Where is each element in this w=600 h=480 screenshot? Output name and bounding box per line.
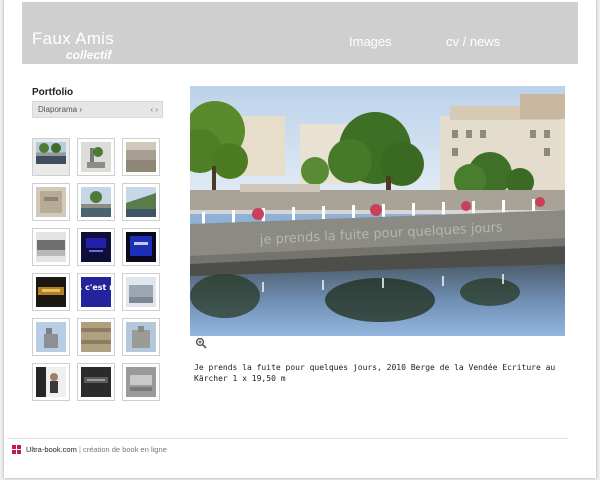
footer-brand-link[interactable]: Ultra-book.com xyxy=(26,445,77,454)
thumbnail[interactable] xyxy=(122,183,160,221)
site-subtitle: collectif xyxy=(66,48,112,62)
thumbnail[interactable] xyxy=(32,138,70,176)
main-photo[interactable]: je prends la fuite pour quelques jours xyxy=(190,86,565,336)
thumbnail[interactable] xyxy=(122,318,160,356)
zoom-icon[interactable] xyxy=(195,337,207,349)
thumbnail-image xyxy=(126,187,156,217)
footer-separator: | xyxy=(78,445,81,454)
nav-images[interactable]: Images xyxy=(349,34,392,49)
thumbnail-image xyxy=(36,277,66,307)
nav-cv-news[interactable]: cv / news xyxy=(446,34,500,49)
thumbnail[interactable] xyxy=(32,273,70,311)
thumbnail[interactable] xyxy=(122,228,160,266)
footer-divider xyxy=(8,438,568,439)
thumbnail[interactable] xyxy=(32,228,70,266)
thumbnail[interactable] xyxy=(77,183,115,221)
thumbnail-image xyxy=(126,277,156,307)
canal-photo: je prends la fuite pour quelques jours xyxy=(190,86,565,336)
site-header: Faux Amis collectif Images cv / news xyxy=(22,2,578,64)
thumbnail-image: ici, c'est ma xyxy=(81,277,111,307)
site-title[interactable]: Faux Amis xyxy=(32,29,114,49)
thumbnail-image xyxy=(36,142,66,164)
thumbnail-text: ici, c'est ma xyxy=(81,283,111,292)
thumbnail[interactable] xyxy=(77,363,115,401)
thumbnail-image xyxy=(81,187,111,217)
thumbnail[interactable] xyxy=(122,273,160,311)
thumbnail[interactable] xyxy=(32,318,70,356)
thumbnail[interactable] xyxy=(77,138,115,176)
thumbnail-image xyxy=(81,232,111,262)
thumbnail-image xyxy=(126,232,156,262)
thumbnail-image xyxy=(126,142,156,172)
thumbnail[interactable]: ici, c'est ma xyxy=(77,273,115,311)
thumbnail[interactable] xyxy=(122,363,160,401)
image-caption: Je prends la fuite pour quelques jours, … xyxy=(194,363,556,383)
ultrabook-logo-icon xyxy=(12,445,21,454)
thumbnail-image xyxy=(36,367,66,397)
portfolio-dropdown[interactable]: Diaporama › ‹ › xyxy=(32,101,163,118)
thumbnail-image xyxy=(81,142,111,172)
thumbnail[interactable] xyxy=(77,228,115,266)
thumbnail-image xyxy=(126,322,156,352)
footer-text: Ultra-book.com | création de book en lig… xyxy=(26,445,167,454)
thumbnail-image xyxy=(81,367,111,397)
dropdown-arrows[interactable]: ‹ › xyxy=(150,102,158,117)
thumbnail[interactable] xyxy=(32,183,70,221)
thumbnail[interactable] xyxy=(122,138,160,176)
thumbnail-image xyxy=(36,232,66,262)
thumbnail-image xyxy=(81,322,111,352)
thumbnail[interactable] xyxy=(32,363,70,401)
thumbnail[interactable] xyxy=(77,318,115,356)
thumbnail-image xyxy=(36,322,66,352)
footer-tagline: création de book en ligne xyxy=(83,445,167,454)
page: Faux Amis collectif Images cv / news Por… xyxy=(4,0,596,478)
thumbnail-image xyxy=(36,187,66,217)
portfolio-title: Portfolio xyxy=(32,87,74,98)
dropdown-value: Diaporama › xyxy=(38,105,83,114)
thumbnail-image xyxy=(126,367,156,397)
